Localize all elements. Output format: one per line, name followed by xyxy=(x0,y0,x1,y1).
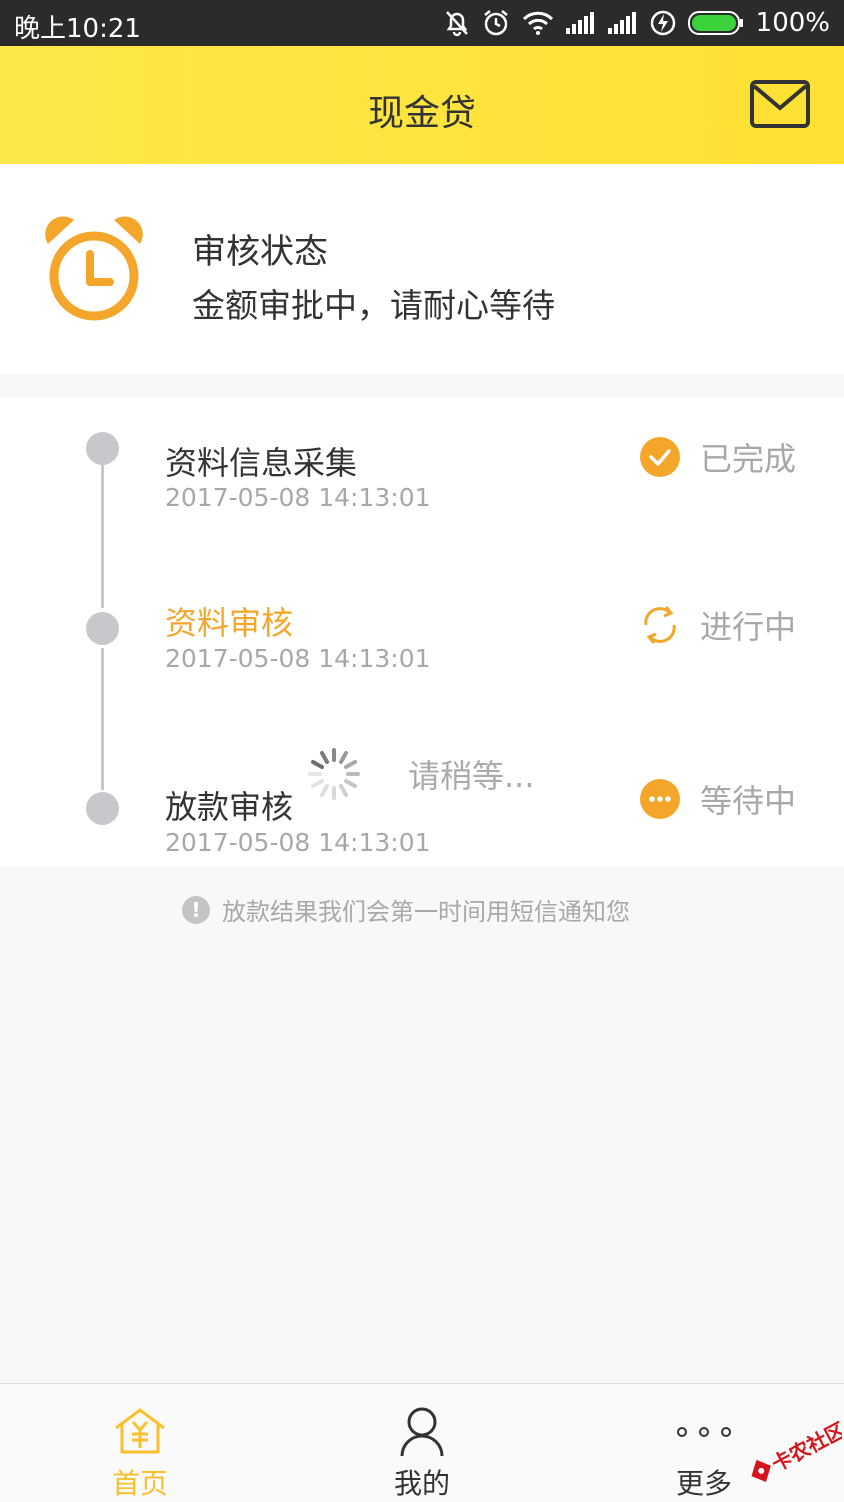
watermark-logo: 卡农社区 xyxy=(751,1418,842,1482)
step-status: 进行中 xyxy=(640,602,796,648)
step-status-label: 等待中 xyxy=(700,782,797,820)
nav-label: 首页 xyxy=(111,1467,168,1500)
wifi-icon xyxy=(522,11,553,35)
step-status-label: 进行中 xyxy=(700,608,797,646)
check-icon xyxy=(640,437,680,477)
mail-icon[interactable] xyxy=(750,80,810,128)
more-dots-icon xyxy=(640,779,680,819)
step-time: 2017-05-08 14:13:01 xyxy=(165,483,431,512)
battery-percent: 100% xyxy=(755,8,830,38)
step-time: 2017-05-08 14:13:01 xyxy=(165,644,431,673)
loading-text: 请稍等... xyxy=(408,757,535,795)
nav-label: 我的 xyxy=(393,1467,450,1500)
timeline-dot xyxy=(86,792,119,825)
step-title: 放款审核 xyxy=(165,788,294,826)
status-icons: 100% xyxy=(444,6,830,40)
step-time: 2017-05-08 14:13:01 xyxy=(165,828,431,857)
nav-item-home[interactable]: 首页 xyxy=(40,1384,240,1501)
svg-text:卡农社区: 卡农社区 xyxy=(768,1418,842,1477)
signal-icon xyxy=(565,12,594,34)
info-icon: ! xyxy=(182,895,210,924)
battery-icon xyxy=(687,11,743,35)
spinner-icon xyxy=(308,748,360,800)
review-status-card: 审核状态 金额审批中，请耐心等待 xyxy=(0,164,844,374)
step-title: 资料审核 xyxy=(165,604,294,642)
home-icon xyxy=(115,1408,165,1454)
page-title: 现金贷 xyxy=(367,93,476,134)
status-time: 晚上10:21 xyxy=(14,14,141,44)
timeline-connector xyxy=(101,648,104,790)
step-title: 资料信息采集 xyxy=(165,444,358,482)
timeline-dot xyxy=(86,432,119,465)
step-status: 已完成 xyxy=(640,434,796,480)
notice: ! 放款结果我们会第一时间用短信通知您 xyxy=(182,892,630,927)
charging-icon xyxy=(650,10,675,36)
mute-bell-icon xyxy=(445,11,468,37)
loading-indicator: 请稍等... xyxy=(305,745,535,803)
nav-item-mine[interactable]: 我的 xyxy=(322,1384,522,1501)
status-heading: 审核状态 xyxy=(192,232,328,272)
status-message: 金额审批中，请耐心等待 xyxy=(192,286,555,325)
timeline-connector xyxy=(101,458,104,608)
bottom-nav: 首页 我的 更多 xyxy=(0,1383,844,1501)
alarm-clock-icon xyxy=(45,216,143,321)
user-icon xyxy=(400,1407,444,1457)
status-bar: 晚上10:21 100% xyxy=(0,0,844,46)
timeline-dot xyxy=(86,612,119,645)
notice-text: 放款结果我们会第一时间用短信通知您 xyxy=(222,898,630,926)
app-header: 现金贷 xyxy=(0,46,844,164)
alarm-icon xyxy=(483,10,508,36)
refresh-icon xyxy=(644,606,676,644)
step-status-label: 已完成 xyxy=(700,440,797,478)
step-status: 等待中 xyxy=(640,776,796,822)
more-icon xyxy=(677,1427,731,1437)
signal-icon xyxy=(607,12,636,34)
